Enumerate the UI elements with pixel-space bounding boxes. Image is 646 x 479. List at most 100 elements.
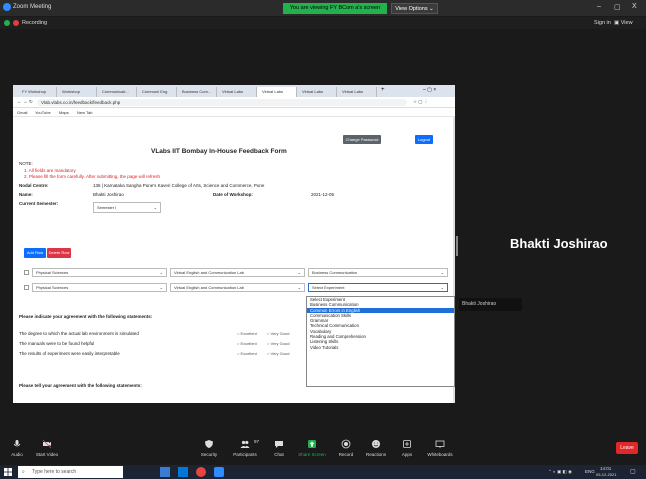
discipline-select-value: Physical Sciences (36, 285, 69, 290)
video-off-icon (42, 439, 52, 449)
sign-in-link[interactable]: Sign in (594, 20, 611, 26)
bookmark-youtube[interactable]: YouTube (35, 110, 51, 115)
participant-tile[interactable]: Bhakti Joshirao (459, 298, 522, 311)
search-icon: ⌕ (22, 469, 25, 475)
row-checkbox[interactable] (24, 270, 29, 275)
participants-count: 97 (254, 439, 260, 444)
notification-icon[interactable]: ▢ (630, 468, 636, 475)
leave-button[interactable]: Leave (616, 442, 638, 454)
view-button[interactable]: ▣ View (614, 20, 633, 26)
system-tray-icons[interactable]: ⌃ ◐ ▣ ◧ ◉ (548, 469, 572, 475)
experiment-select-open[interactable]: Select Experiment ⌄ (308, 283, 448, 292)
back-icon[interactable]: ← (17, 99, 22, 104)
radio-very-good[interactable]: ○ Very Good (267, 351, 289, 356)
extensions-icon[interactable]: ☆ ▢ ⋮ (413, 99, 428, 105)
note-line-2: 2. Please fill the form carefully. After… (24, 174, 160, 179)
statement-2: The manuals were to be found helpful (19, 341, 95, 346)
security-shield-icon[interactable] (4, 20, 10, 26)
record-button[interactable]: Record (334, 439, 358, 457)
browser-tab[interactable]: Business Com... (177, 87, 217, 97)
dropdown-option[interactable]: Video Tutorials (307, 345, 454, 350)
delete-row-button[interactable]: Delete Row (47, 248, 71, 258)
browser-tab[interactable]: Workshop (57, 87, 97, 97)
radio-very-good[interactable]: ○ Very Good (267, 341, 289, 346)
browser-tab-active[interactable]: Virtual Labs (257, 87, 297, 97)
bookmark-maps[interactable]: Maps (59, 110, 69, 115)
radio-label: Very Good (270, 331, 290, 336)
maximize-button[interactable]: ▢ (614, 3, 621, 11)
chevron-down-icon: ⌄ (297, 270, 301, 275)
apps-button[interactable]: Apps (396, 439, 418, 457)
discipline-select[interactable]: Physical Sciences ⌄ (32, 283, 167, 292)
close-button[interactable]: X (632, 3, 637, 10)
browser-tab[interactable]: Virtual Labs (337, 87, 377, 97)
clock-date[interactable]: 05-12-2021 (596, 472, 616, 477)
start-video-button[interactable]: Start Video (32, 439, 62, 457)
experiment-select[interactable]: Business Communication ⌄ (308, 268, 448, 277)
radio-label: Excellent (240, 331, 257, 336)
browser-tab[interactable]: Communicati... (97, 87, 137, 97)
reactions-button[interactable]: Reactions (362, 439, 390, 457)
windows-start-icon[interactable] (4, 468, 12, 476)
note-label: NOTE: (19, 161, 33, 166)
minimize-button[interactable]: – (597, 3, 601, 10)
windows-taskbar: ⌕ Type here to search ⌃ ◐ ▣ ◧ ◉ ENG 14:0… (0, 465, 646, 479)
nodal-centre-value: 136 | Karnataka Sangha Pune's Kaveri Col… (93, 183, 265, 188)
split-divider[interactable] (456, 236, 458, 256)
note-line-1: 1. All fields are mandatory (24, 168, 76, 173)
chrome-icon[interactable] (196, 467, 206, 477)
share-banner: You are viewing FY BCom a's screen (283, 3, 387, 14)
file-explorer-icon[interactable] (160, 467, 170, 477)
browser-tab[interactable]: FY Workshop (17, 87, 57, 97)
view-options-button[interactable]: View Options ⌄ (391, 3, 438, 14)
lab-select[interactable]: Virtual English and Communication Lab ⌄ (170, 283, 305, 292)
bookmark-new-tab[interactable]: New Tab (77, 110, 93, 115)
security-button[interactable]: Security (196, 439, 222, 457)
discipline-select[interactable]: Physical Sciences ⌄ (32, 268, 167, 277)
lab-select[interactable]: Virtual English and Communication Lab ⌄ (170, 268, 305, 277)
whiteboard-icon (435, 440, 445, 448)
browser-tab[interactable]: Virtual Labs (217, 87, 257, 97)
record-icon (341, 439, 351, 449)
zoom-window: Zoom Meeting You are viewing FY BCom a's… (0, 0, 646, 479)
browser-tab[interactable]: Virtual Labs (297, 87, 337, 97)
share-screen-button[interactable]: Share Screen (296, 439, 328, 457)
discipline-select-value: Physical Sciences (36, 270, 69, 275)
browser-tab[interactable]: Communi Eng (137, 87, 177, 97)
chat-button[interactable]: Chat (268, 439, 290, 457)
clock-time[interactable]: 14:01 (600, 466, 611, 471)
whiteboards-button[interactable]: Whiteboards (424, 439, 456, 457)
radio-label: Excellent (240, 351, 257, 356)
browser-window-controls-icon[interactable]: – ▢ × (423, 87, 436, 93)
radio-excellent[interactable]: ○ Excellent (237, 351, 257, 356)
store-icon[interactable] (178, 467, 188, 477)
radio-excellent[interactable]: ○ Excellent (237, 331, 257, 336)
radio-very-good[interactable]: ○ Very Good (267, 331, 289, 336)
recording-label: Recording (22, 20, 48, 26)
new-tab-icon[interactable]: + (381, 87, 385, 93)
shield-icon (205, 440, 213, 448)
lab-select-value: Virtual English and Communication Lab (174, 285, 244, 290)
bookmark-gmail[interactable]: Gmail (17, 110, 27, 115)
zoom-logo-icon (3, 3, 11, 11)
name-value: Bhakti Joshirao (93, 192, 124, 197)
view-options-label: View Options (395, 6, 428, 12)
whiteboards-label: Whiteboards (427, 452, 453, 457)
address-bar: ← → ↻ Vlab.vlabs.co.in/feedback/feedback… (13, 97, 455, 108)
participants-text: Participants (233, 452, 257, 457)
audio-button[interactable]: Audio (6, 439, 28, 457)
url-field[interactable]: Vlab.vlabs.co.in/feedback/feedback.php (37, 99, 407, 106)
logout-button[interactable]: Logout (415, 135, 433, 144)
change-password-button[interactable]: Change Password (343, 135, 381, 144)
zoom-taskbar-icon[interactable] (214, 467, 224, 477)
language-indicator[interactable]: ENG (585, 469, 595, 474)
row-checkbox[interactable] (24, 285, 29, 290)
add-row-button[interactable]: Add Row (24, 248, 46, 258)
semester-select[interactable]: Semester I ⌄ (93, 202, 161, 213)
reload-icon[interactable]: ↻ (29, 99, 33, 105)
window-title: Zoom Meeting (13, 4, 52, 10)
taskbar-search-input[interactable]: ⌕ Type here to search (18, 466, 123, 478)
radio-excellent[interactable]: ○ Excellent (237, 341, 257, 346)
semester-select-value: Semester I (97, 205, 117, 210)
forward-icon[interactable]: → (23, 99, 28, 104)
